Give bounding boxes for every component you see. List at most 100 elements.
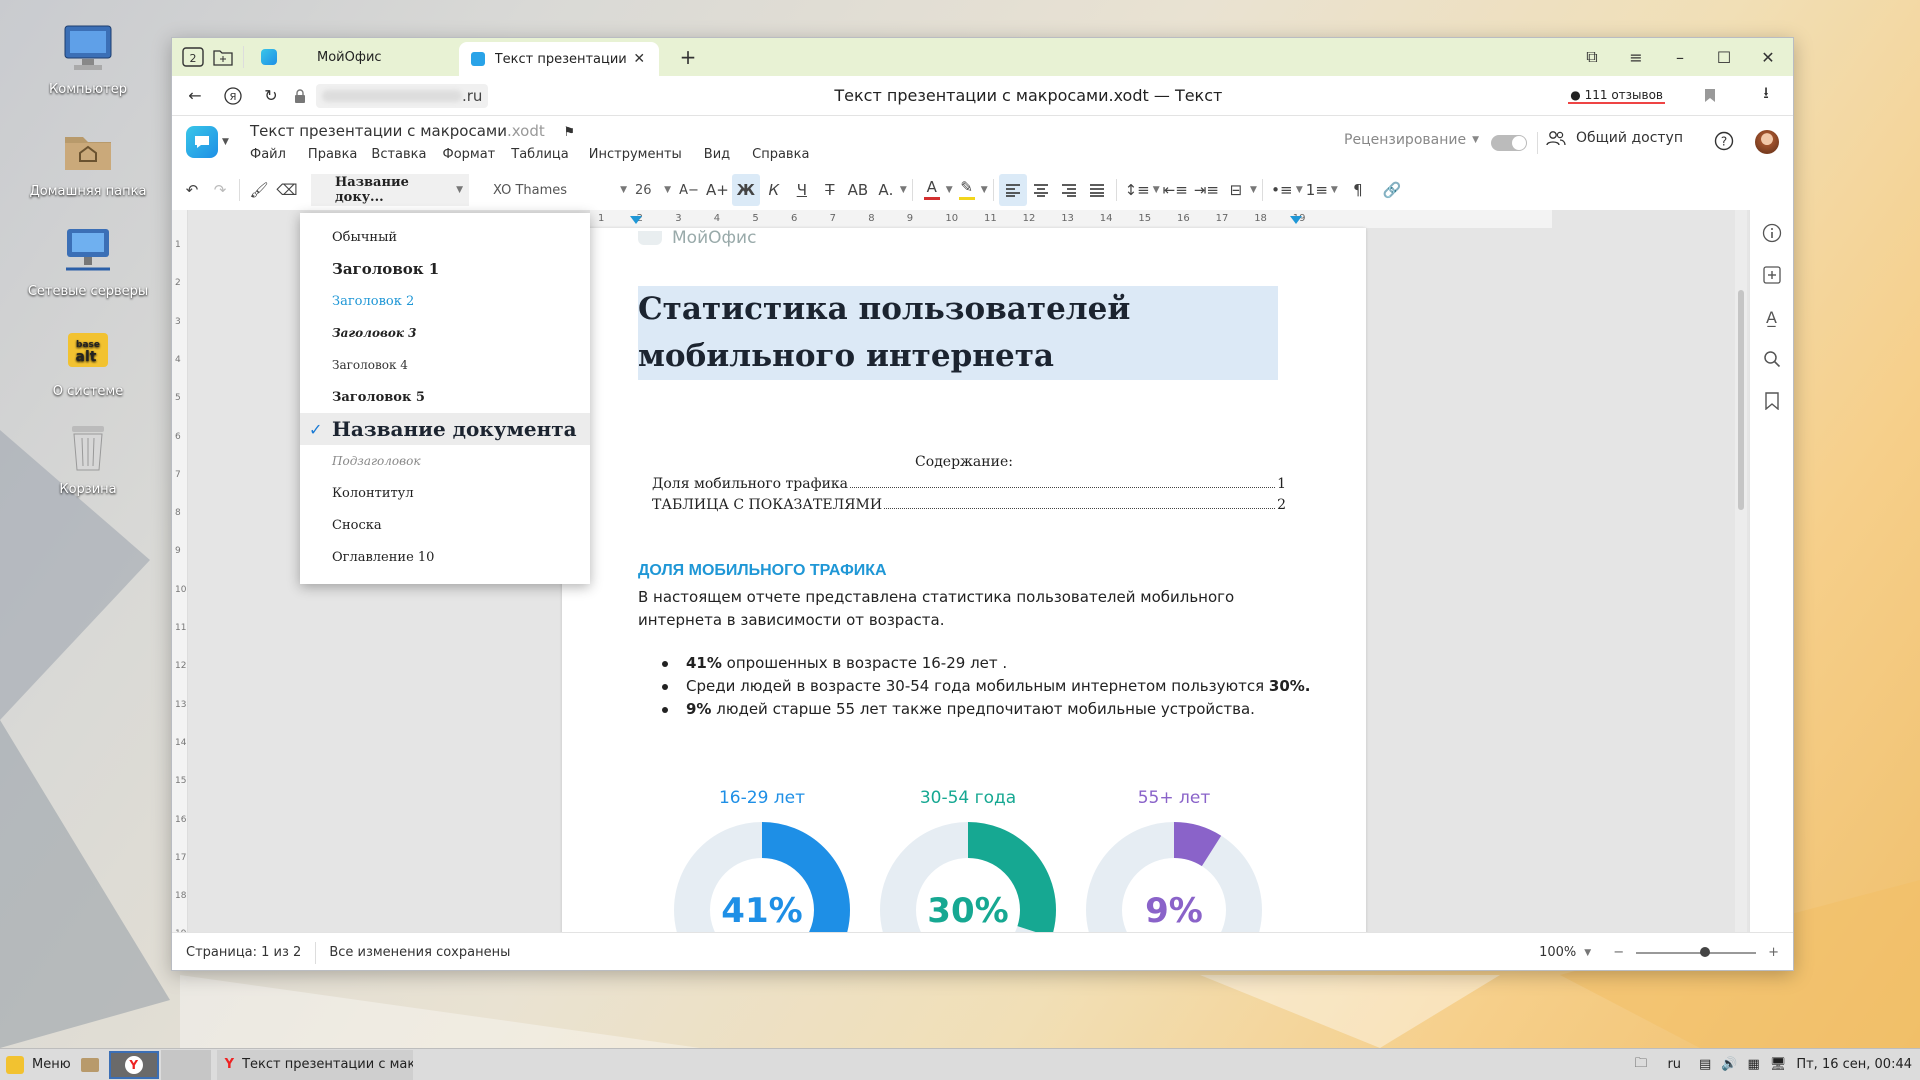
tab-myoffice[interactable]: МойОфис (249, 38, 459, 76)
search-icon[interactable] (1757, 344, 1787, 374)
menu-item[interactable]: Правка (308, 147, 357, 162)
strikethrough-button[interactable]: Т (816, 174, 844, 206)
text-style-icon[interactable]: A̲ (1757, 302, 1787, 332)
start-menu-button[interactable]: Меню (6, 1055, 71, 1074)
desktop-icon-about-system[interactable]: base alt О системе (20, 322, 156, 399)
desktop-icon-trash[interactable]: Корзина (20, 420, 156, 497)
help-icon[interactable]: ? (1709, 126, 1739, 156)
align-center-icon[interactable] (1027, 174, 1055, 206)
font-size-select[interactable]: 26 ▼ (635, 183, 671, 198)
menu-item[interactable]: Файл (250, 147, 286, 162)
style-option[interactable]: Сноска (300, 509, 590, 541)
yandex-icon[interactable]: Я (218, 81, 248, 111)
network-tray-icon[interactable]: ▤ (1699, 1057, 1711, 1072)
bullet-list-icon[interactable]: •≡ (1268, 174, 1296, 206)
style-option[interactable]: Заголовок 3 (300, 317, 590, 349)
style-option[interactable]: Заголовок 2 (300, 285, 590, 317)
avatar[interactable] (1755, 130, 1779, 154)
style-option[interactable]: ✓ Название документа (300, 413, 590, 445)
menu-item[interactable]: Формат (443, 147, 496, 162)
paragraph-style-select[interactable]: Название доку... ▼ (311, 174, 469, 206)
flag-icon[interactable]: ⚑ (564, 125, 576, 140)
indent-marker-icon[interactable] (1290, 216, 1302, 224)
style-option[interactable]: Колонтитул (300, 477, 590, 509)
bookmarks-icon[interactable] (1757, 386, 1787, 416)
download-icon[interactable]: ⭳ (1751, 81, 1781, 111)
link-icon[interactable]: 🔗 (1378, 174, 1406, 206)
bookmark-icon[interactable] (1695, 81, 1725, 111)
document-page[interactable]: МойОфис Статистика пользователей мобильн… (562, 228, 1366, 932)
style-option[interactable]: Оглавление 10 (300, 541, 590, 573)
zoom-select[interactable]: 100% ▼ (1539, 945, 1591, 960)
menu-item[interactable]: Справка (752, 147, 809, 162)
decrease-font-icon[interactable]: А− (675, 174, 703, 206)
scrollbar-thumb[interactable] (1738, 290, 1744, 510)
insert-icon[interactable] (1757, 260, 1787, 290)
info-icon[interactable] (1757, 218, 1787, 248)
close-tab-icon[interactable]: ✕ (631, 44, 647, 74)
document-name[interactable]: Текст презентации с макросами.xodt ⚑ (250, 122, 575, 140)
chevron-down-icon[interactable]: ▼ (946, 185, 953, 195)
browser-menu-icon[interactable]: ≡ (1621, 42, 1651, 72)
desktop-icon-network-servers[interactable]: Сетевые серверы (20, 222, 156, 299)
desktop-icon-computer[interactable]: Компьютер (20, 20, 156, 97)
line-spacing-icon[interactable]: ↕≡ (1122, 174, 1153, 206)
clipboard-tray-icon[interactable]: 🗀 (1634, 1054, 1647, 1076)
collections-icon[interactable]: ⧉ (1577, 42, 1607, 72)
toc-entry[interactable]: Доля мобильного трафика 1 (652, 476, 1286, 497)
chevron-down-icon[interactable]: ▼ (1153, 185, 1160, 195)
display-tray-icon[interactable]: 🖥 (1770, 1057, 1787, 1072)
tab-document[interactable]: Текст презентации с м ✕ (459, 42, 659, 76)
notes-tray-icon[interactable]: ▦ (1748, 1057, 1760, 1072)
vertical-scrollbar[interactable] (1735, 210, 1747, 932)
yandex-browser-launcher[interactable]: Y (108, 1050, 159, 1079)
zoom-slider-knob[interactable] (1700, 946, 1711, 957)
font-family-select[interactable]: XO Thames ▼ (477, 183, 627, 198)
taskbar-window-button[interactable]: Y Текст презентации с мак... (216, 1049, 413, 1080)
style-option[interactable]: Обычный (300, 221, 590, 253)
zoom-in-icon[interactable]: + (1768, 945, 1779, 960)
caps-button[interactable]: АВ (844, 174, 872, 206)
indent-increase-icon[interactable]: ⇥≡ (1191, 174, 1222, 206)
new-tab-icon[interactable]: + (673, 42, 703, 72)
toc-entry[interactable]: ТАБЛИЦА С ПОКАЗАТЕЛЯМИ 2 (652, 497, 1286, 518)
menu-item[interactable]: Вид (704, 147, 730, 162)
undo-icon[interactable]: ↶ (178, 174, 206, 206)
volume-tray-icon[interactable]: 🔊 (1721, 1057, 1737, 1072)
app-logo-button[interactable]: ▼ (186, 126, 229, 158)
minimize-icon[interactable]: – (1665, 42, 1695, 72)
menu-item[interactable]: Вставка (371, 147, 426, 162)
reload-icon[interactable]: ↻ (256, 81, 286, 111)
lock-icon[interactable] (290, 81, 310, 111)
chevron-down-icon[interactable]: ▼ (1296, 185, 1303, 195)
format-painter-icon[interactable]: 🖌 (245, 174, 273, 206)
menu-item[interactable]: Инструменты (589, 147, 682, 162)
increase-font-icon[interactable]: А+ (703, 174, 732, 206)
maximize-icon[interactable]: ☐ (1709, 42, 1739, 72)
pilcrow-icon[interactable]: ¶ (1344, 174, 1372, 206)
align-left-icon[interactable] (998, 174, 1027, 206)
align-right-icon[interactable] (1055, 174, 1083, 206)
italic-button[interactable]: К (760, 174, 788, 206)
bold-button[interactable]: Ж (731, 174, 760, 206)
style-option[interactable]: Подзаголовок (300, 445, 590, 477)
desktop-icon-home-folder[interactable]: Домашняя папка (20, 122, 156, 199)
style-option[interactable]: Заголовок 5 (300, 381, 590, 413)
chevron-down-icon[interactable]: ▼ (1331, 185, 1338, 195)
style-option[interactable]: Заголовок 1 (300, 253, 590, 285)
numbered-list-icon[interactable]: 1≡ (1303, 174, 1331, 206)
chevron-down-icon[interactable]: ▼ (981, 185, 988, 195)
new-folder-icon[interactable] (208, 42, 238, 72)
subscript-button[interactable]: А. (872, 174, 900, 206)
tab-counter-button[interactable]: 2 (178, 42, 208, 72)
chevron-down-icon[interactable]: ▼ (1250, 185, 1257, 195)
text-color-button[interactable]: А (918, 174, 946, 206)
review-mode-select[interactable]: Рецензирование ▼ (1344, 132, 1479, 148)
back-icon[interactable]: ← (180, 81, 210, 111)
zoom-slider[interactable] (1636, 946, 1757, 957)
align-justify-icon[interactable] (1083, 174, 1111, 206)
review-toggle[interactable] (1491, 135, 1527, 151)
close-window-icon[interactable]: ✕ (1753, 42, 1783, 72)
menu-item[interactable]: Таблица (511, 147, 569, 162)
style-option[interactable]: Заголовок 4 (300, 349, 590, 381)
